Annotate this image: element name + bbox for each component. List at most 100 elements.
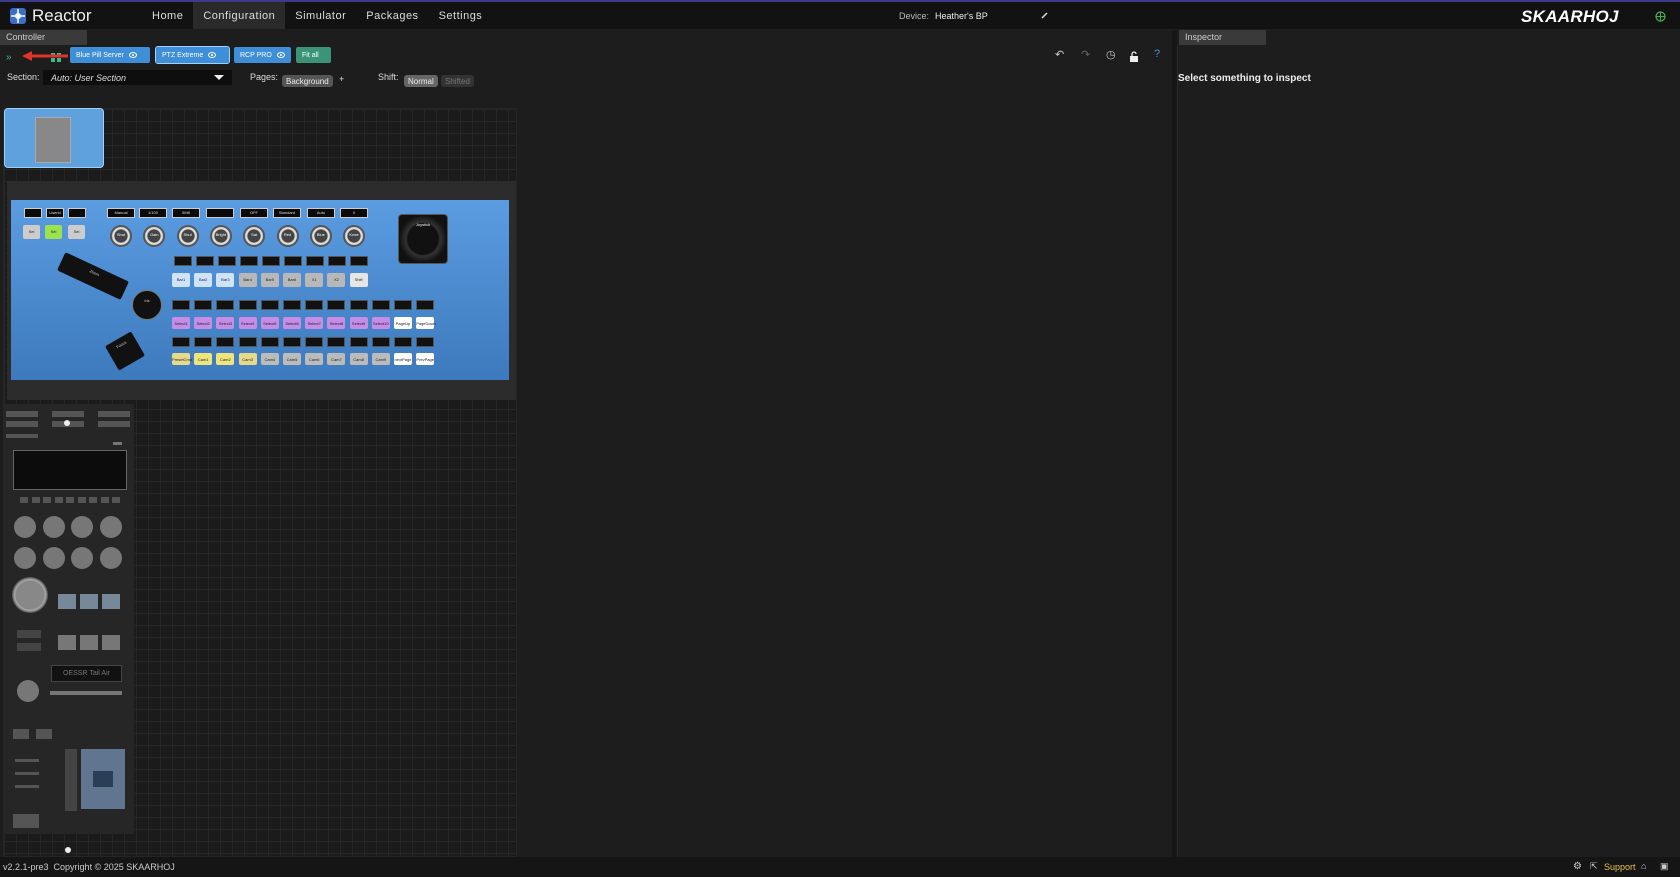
side-key[interactable]: Sel bbox=[23, 225, 40, 239]
nav-home[interactable]: Home bbox=[142, 2, 193, 29]
rotary-knob[interactable] bbox=[99, 516, 122, 538]
mini-display[interactable] bbox=[172, 300, 190, 310]
big-knob[interactable] bbox=[12, 577, 48, 613]
fullscreen-icon[interactable]: ▣ bbox=[1660, 861, 1669, 872]
mini-display[interactable] bbox=[394, 337, 412, 347]
edit-icon[interactable] bbox=[1041, 11, 1049, 19]
panel-button[interactable] bbox=[13, 814, 39, 828]
select-key[interactable]: Select4 bbox=[238, 317, 257, 329]
small-key[interactable] bbox=[20, 497, 28, 503]
history-icon[interactable]: ◷ bbox=[1106, 48, 1116, 61]
grey-key[interactable] bbox=[58, 635, 76, 650]
rotary-knob[interactable]: Red bbox=[276, 225, 299, 247]
mini-display[interactable] bbox=[238, 300, 257, 310]
slider-bar[interactable] bbox=[50, 691, 122, 695]
joystick-knob[interactable]: Joystick bbox=[398, 214, 448, 264]
help-icon[interactable]: ? bbox=[1154, 48, 1160, 60]
eye-icon[interactable] bbox=[208, 52, 217, 58]
brand[interactable]: Reactor bbox=[0, 2, 142, 29]
cam-key[interactable]: Cam8 bbox=[349, 353, 368, 365]
small-key[interactable] bbox=[100, 497, 109, 503]
cam-key[interactable]: PrevPage bbox=[416, 353, 435, 365]
fit-all-button[interactable]: Fit all bbox=[296, 47, 331, 63]
cam-key[interactable]: Cam9 bbox=[371, 353, 390, 365]
rotary-knob[interactable] bbox=[71, 547, 93, 569]
nav-settings[interactable]: Settings bbox=[429, 2, 493, 29]
shift-shifted[interactable]: Shifted bbox=[441, 75, 474, 87]
page-background[interactable]: Background bbox=[282, 75, 333, 87]
nav-configuration[interactable]: Configuration bbox=[193, 2, 286, 29]
mini-display[interactable] bbox=[172, 337, 190, 347]
device-selector[interactable]: Device: Heather's BP bbox=[899, 11, 988, 21]
nav-packages[interactable]: Packages bbox=[356, 2, 428, 29]
cam-key[interactable]: Cam1 bbox=[194, 353, 213, 365]
key-row1[interactable]: Bar1 bbox=[172, 273, 190, 287]
key-row1[interactable]: X1 bbox=[305, 273, 324, 287]
fader[interactable] bbox=[65, 749, 77, 811]
select-key[interactable]: PageUp bbox=[394, 317, 412, 329]
panel-display[interactable]: 5M8 bbox=[172, 208, 200, 218]
device-button-ptz-extreme[interactable]: PTZ Extreme bbox=[155, 46, 230, 64]
panel-display[interactable]: Standard bbox=[273, 208, 301, 218]
panel-button[interactable] bbox=[13, 729, 29, 739]
select-key[interactable]: Select10 bbox=[371, 317, 390, 329]
side-key[interactable]: Sel bbox=[45, 225, 62, 239]
mini-display[interactable] bbox=[262, 256, 280, 266]
select-key[interactable]: Select6 bbox=[283, 317, 301, 329]
cam-key[interactable]: PresetCmd bbox=[172, 353, 192, 365]
device-button-rcp-pro[interactable]: RCP PRO bbox=[234, 47, 291, 63]
nav-simulator[interactable]: Simulator bbox=[285, 2, 356, 29]
select-key[interactable]: Select5 bbox=[260, 317, 279, 329]
rotary-knob[interactable] bbox=[71, 516, 93, 538]
mini-display[interactable] bbox=[174, 256, 192, 266]
gear-icon[interactable]: ⚙ bbox=[1573, 861, 1582, 872]
panel-button[interactable] bbox=[36, 729, 52, 739]
joystick-area[interactable] bbox=[81, 749, 125, 809]
grey-key[interactable] bbox=[102, 635, 120, 650]
mini-display[interactable] bbox=[216, 300, 235, 310]
lock-icon[interactable]: ⌂ bbox=[1641, 861, 1646, 871]
rotary-knob[interactable]: Knee bbox=[343, 225, 366, 247]
rotary-knob[interactable] bbox=[14, 547, 36, 569]
cam-key[interactable]: Cam4 bbox=[260, 353, 279, 365]
mini-display[interactable] bbox=[196, 256, 214, 266]
rotary-knob[interactable]: Bright bbox=[209, 225, 232, 247]
cam-key[interactable]: Cam7 bbox=[327, 353, 346, 365]
mini-display[interactable] bbox=[218, 256, 236, 266]
mini-display[interactable] bbox=[327, 337, 346, 347]
panel-display[interactable]: 1/100 bbox=[139, 208, 167, 218]
share-icon[interactable]: ⇱ bbox=[1590, 861, 1598, 872]
mini-display[interactable] bbox=[306, 256, 324, 266]
rotary-knob[interactable]: Blue bbox=[309, 225, 332, 247]
cam-key[interactable]: Cam3 bbox=[238, 353, 257, 365]
rotary-knob[interactable] bbox=[99, 547, 122, 569]
mini-display[interactable] bbox=[284, 256, 302, 266]
select-key[interactable]: PageDown bbox=[416, 317, 436, 329]
mini-display[interactable] bbox=[394, 300, 412, 310]
mini-display[interactable] bbox=[349, 337, 368, 347]
small-key[interactable] bbox=[89, 497, 97, 503]
panel-display[interactable]: 0 bbox=[340, 208, 368, 218]
mini-display[interactable] bbox=[194, 300, 213, 310]
section-select[interactable]: Auto: User Section bbox=[43, 70, 232, 85]
select-key[interactable]: Select1 bbox=[172, 317, 190, 329]
mini-display[interactable] bbox=[305, 337, 324, 347]
small-key[interactable] bbox=[43, 497, 51, 503]
rotary-knob[interactable] bbox=[14, 516, 36, 538]
toggle-key[interactable] bbox=[17, 630, 41, 638]
key-row1[interactable]: Shift bbox=[349, 273, 368, 287]
cam-key[interactable]: Cam2 bbox=[216, 353, 235, 365]
device-thumbnail[interactable] bbox=[4, 108, 104, 168]
mini-display[interactable] bbox=[416, 337, 435, 347]
rotary-knob[interactable]: Shut bbox=[176, 225, 199, 247]
key-row1[interactable]: Bar2 bbox=[194, 273, 213, 287]
mini-display[interactable] bbox=[371, 337, 390, 347]
small-key[interactable] bbox=[112, 497, 120, 503]
mini-display[interactable] bbox=[327, 300, 346, 310]
grey-key[interactable] bbox=[80, 635, 98, 650]
support-link[interactable]: Support bbox=[1604, 862, 1636, 872]
select-key[interactable]: Select9 bbox=[349, 317, 368, 329]
select-key[interactable]: Select2 bbox=[194, 317, 213, 329]
mini-display[interactable] bbox=[194, 337, 213, 347]
mini-display[interactable] bbox=[305, 300, 324, 310]
